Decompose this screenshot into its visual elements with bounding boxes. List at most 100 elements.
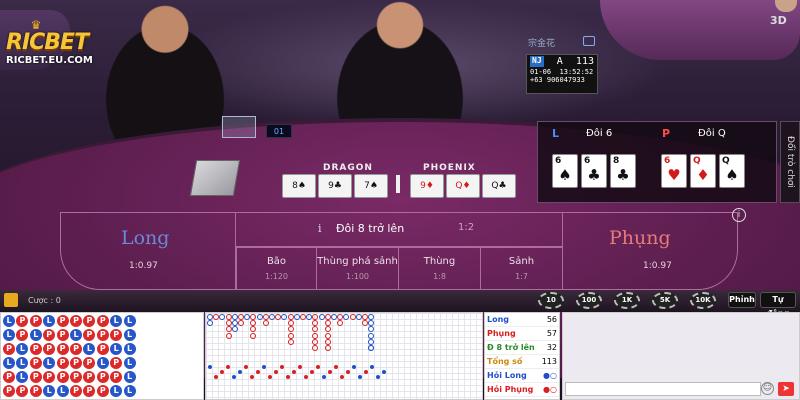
change-game-tab[interactable]: Đổi trò chơi (780, 121, 800, 203)
bead-road-cell: P (3, 385, 15, 397)
auto-button[interactable]: Tự động (760, 292, 796, 318)
long-label: Long (121, 227, 170, 249)
stats-label: Hỏi Long (487, 371, 527, 380)
stats-row[interactable]: Hỏi Long ●○ (485, 369, 559, 383)
bead-road-cell: P (96, 371, 109, 383)
big-road-mark (368, 326, 375, 333)
separator (396, 175, 400, 193)
bead-road-cell: P (70, 371, 82, 383)
straight-label: Sảnh (508, 256, 535, 267)
big-road-mark (225, 320, 232, 327)
bead-road-cell: P (110, 371, 123, 383)
big-road-mark (355, 314, 362, 320)
crown-icon: ♛ (30, 18, 42, 32)
big-road-mark (368, 332, 375, 339)
big-road-mark (324, 345, 331, 351)
view-3d-badge[interactable]: 3D (770, 14, 787, 27)
big-road-mark (368, 314, 375, 320)
bead-road-cell: P (56, 357, 69, 369)
dragon-card-3: 7♠ (354, 174, 388, 198)
phung-odds: 1:0.97 (643, 261, 672, 271)
derived-road-mark (328, 370, 332, 374)
bet-zone-straight-flush[interactable]: Thùng phá sảnh 1:100 (316, 247, 398, 290)
stats-label: Phụng (487, 329, 516, 338)
big-road-mark (312, 338, 319, 345)
help-icon[interactable]: i (732, 208, 746, 222)
chip-10[interactable]: 10 (538, 292, 564, 309)
bead-road-cell: P (3, 343, 15, 355)
derived-road-mark (262, 365, 266, 369)
chip-10k[interactable]: 10K (690, 292, 716, 309)
derived-road-mark (370, 365, 374, 369)
derived-road-mark (316, 365, 320, 369)
bead-road-cell: P (83, 329, 96, 341)
emoji-icon[interactable]: ☺ (761, 382, 774, 395)
derived-road-mark (358, 375, 362, 379)
chips-button[interactable]: Phỉnh (728, 292, 756, 308)
send-icon[interactable]: ➤ (778, 382, 794, 396)
bet-zone-straight[interactable]: Sảnh 1:7 (480, 247, 562, 290)
bead-road-cell: L (123, 315, 136, 327)
stats-row[interactable]: Hỏi Phụng ●○ (485, 383, 559, 397)
chip-5k[interactable]: 5K (652, 292, 678, 309)
chip-1k[interactable]: 1K (614, 292, 640, 309)
bet-zone-phung[interactable]: Phụng 1:0.97 (562, 212, 738, 290)
background-table-right (600, 0, 800, 60)
derived-road-mark (244, 365, 248, 369)
card-suit-icon: ♠ (725, 166, 739, 184)
big-road-mark (324, 320, 331, 327)
big-road-mark (250, 320, 257, 327)
camera-icon[interactable] (583, 36, 595, 46)
bead-road-cell: L (123, 343, 136, 355)
big-road-mark (324, 326, 331, 333)
bead-road-cell: P (16, 385, 29, 397)
stats-panel: Long 56 Phụng 57 Đ 8 trở lên 32 Tổng số 113 Hỏi … (484, 312, 560, 400)
derived-road-mark (250, 375, 254, 379)
round-number: 113 (575, 56, 594, 67)
card-suit-icon: ♦ (696, 166, 710, 184)
chat-input[interactable] (565, 382, 761, 396)
bead-road-cell: L (43, 357, 56, 369)
card-rank: 8 (613, 156, 620, 166)
big-road-mark (312, 326, 319, 333)
bead-road-cell: L (110, 385, 123, 397)
big-road-mark (238, 320, 244, 327)
bead-road-cell: P (3, 371, 15, 383)
big-road-mark (256, 314, 263, 320)
big-road-mark (337, 314, 344, 320)
big-road-mark (225, 332, 232, 339)
bet-zone-long[interactable]: Long 1:0.97 (60, 212, 236, 290)
stats-row: Đ 8 trở lên 32 (485, 341, 559, 355)
stats-value: 56 (546, 315, 557, 324)
derived-road-mark (322, 375, 326, 379)
bead-road-cell: P (16, 329, 29, 341)
predict-icons: ●○ (543, 385, 557, 394)
bead-road-cell: L (123, 357, 136, 369)
bead-road-cell: P (96, 315, 109, 327)
big-road-mark (362, 314, 368, 320)
big-road-mark (287, 338, 294, 345)
derived-road-mark (256, 370, 260, 374)
card-rank: 6 (664, 156, 671, 166)
big-road-mark (213, 314, 220, 320)
card-rank: 6 (584, 156, 591, 166)
big-road-mark (269, 314, 275, 320)
bead-road-cell: L (110, 343, 123, 355)
bet-zone-flush[interactable]: Thùng 1:8 (398, 247, 480, 290)
chip-100[interactable]: 100 (576, 292, 602, 309)
game-screen: 3D ♛ RICBET RICBET.EU.COM 宗金花 NJ A 113 01-… (0, 0, 800, 400)
bead-road-cell: P (56, 315, 69, 327)
info-icon[interactable]: i (318, 222, 322, 235)
stats-value: 113 (541, 357, 557, 366)
bao-label: Bão (266, 256, 287, 267)
bead-road-cell: L (3, 315, 15, 327)
big-road-mark (324, 338, 331, 345)
bead-road-cell: P (29, 315, 42, 327)
stats-label: Long (487, 315, 510, 324)
big-road-mark (324, 332, 331, 339)
stats-label: Hỏi Phụng (487, 385, 534, 394)
shoe-display: 01 (266, 124, 292, 138)
dragon-card-1: 8♠ (282, 174, 316, 198)
bet-zone-bao[interactable]: Bão 1:120 (236, 247, 316, 290)
dragon-card-2: 9♣ (318, 174, 352, 198)
